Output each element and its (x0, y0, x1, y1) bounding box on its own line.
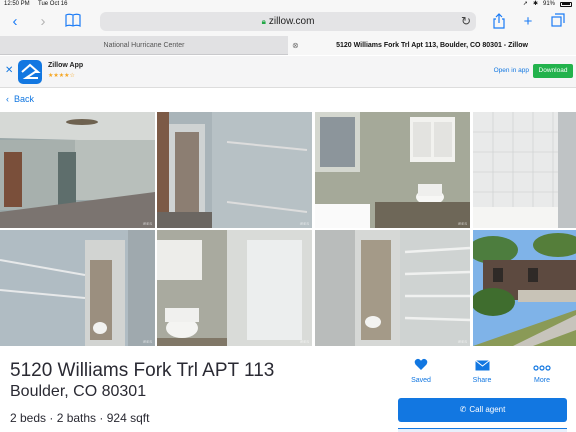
call-agent-button[interactable]: ✆ Call agent (398, 398, 567, 422)
chevron-left-icon: ‹ (6, 94, 9, 104)
share-button[interactable]: Share (462, 358, 502, 384)
saved-label: Saved (411, 377, 431, 384)
new-tab-icon[interactable]: + (519, 13, 537, 31)
close-tab-icon[interactable]: ⊗ (292, 36, 299, 55)
listing-photo-bathroom-vanity[interactable]: IRES (315, 112, 470, 228)
app-name: Zillow App (48, 62, 84, 69)
tab-zillow-listing[interactable]: ⊗ 5120 Williams Fork Trl Apt 113, Boulde… (288, 36, 576, 55)
location-icon: ➚ (522, 1, 528, 7)
listing-photo-toilet-shower[interactable]: IRES (157, 230, 312, 346)
tabs-overview-icon[interactable] (549, 13, 567, 31)
saved-button[interactable]: Saved (401, 358, 441, 384)
envelope-icon (462, 358, 502, 375)
listing-photo-closet[interactable]: IRES (157, 112, 312, 228)
status-date: Tue Oct 16 (38, 1, 68, 7)
forward-arrow-icon[interactable]: › (34, 13, 52, 31)
browser-toolbar: ‹ › 🔒︎ zillow.com ↻ + (0, 8, 576, 36)
photo-watermark: IRES (457, 221, 467, 226)
app-rating: ★★★★☆ (48, 73, 75, 79)
photo-watermark: IRES (457, 339, 467, 344)
call-agent-label: Call agent (469, 405, 506, 414)
photo-watermark: IRES (142, 221, 152, 226)
url-text: zillow.com (268, 16, 315, 27)
close-banner-icon[interactable]: ✕ (5, 65, 13, 76)
open-in-app-link[interactable]: Open in app (494, 67, 529, 74)
app-banner: ✕ Zillow App ★★★★☆ Open in app Download (0, 56, 576, 88)
listing-facts: 2 beds · 2 baths · 924 sqft (10, 411, 150, 425)
reload-icon[interactable]: ↻ (461, 12, 471, 31)
bookmarks-icon[interactable] (64, 13, 82, 31)
photo-watermark: IRES (299, 221, 309, 226)
address-bar[interactable]: 🔒︎ zillow.com ↻ (100, 12, 476, 31)
tab-national-hurricane-center[interactable]: National Hurricane Center (0, 36, 288, 55)
download-button[interactable]: Download (533, 64, 573, 78)
battery-icon (560, 1, 572, 7)
listing-photo-bedroom[interactable]: IRES (0, 112, 155, 228)
heart-icon (401, 358, 441, 375)
tab-label: National Hurricane Center (103, 42, 185, 49)
bluetooth-icon: ✱ (532, 1, 538, 7)
lock-icon: 🔒︎ (261, 17, 266, 26)
listing-photo-closet-bath[interactable]: IRES (0, 230, 155, 346)
more-label: More (534, 377, 550, 384)
listing-address-line2: Boulder, CO 80301 (10, 383, 147, 400)
more-button[interactable]: More (522, 358, 562, 384)
photo-watermark: IRES (299, 339, 309, 344)
listing-photo-shelving[interactable]: IRES (315, 230, 470, 346)
phone-icon: ✆ (459, 405, 467, 414)
more-dots-icon (522, 358, 562, 375)
listing-photo-shower[interactable] (473, 112, 576, 228)
status-bar: 12:50 PM Tue Oct 16 ➚ ✱ 91% (0, 0, 576, 8)
status-time: 12:50 PM (4, 1, 30, 7)
back-arrow-icon[interactable]: ‹ (6, 13, 24, 31)
share-icon[interactable] (490, 13, 508, 31)
share-label: Share (472, 377, 492, 384)
photo-watermark: IRES (142, 339, 152, 344)
back-link[interactable]: ‹ Back (6, 90, 34, 108)
photo-grid: IRES IRES IRES IRES IRES IRES (0, 112, 576, 346)
listing-address-line1: 5120 Williams Fork Trl APT 113 (10, 360, 275, 381)
listing-photo-exterior[interactable] (473, 230, 576, 346)
tab-bar: National Hurricane Center ⊗ 5120 William… (0, 36, 576, 55)
zillow-logo-icon (18, 60, 42, 84)
tab-label: 5120 Williams Fork Trl Apt 113, Boulder,… (336, 42, 528, 49)
battery-percent: 91% (542, 1, 555, 7)
secondary-contact-button[interactable] (398, 428, 567, 432)
back-label: Back (14, 94, 35, 104)
